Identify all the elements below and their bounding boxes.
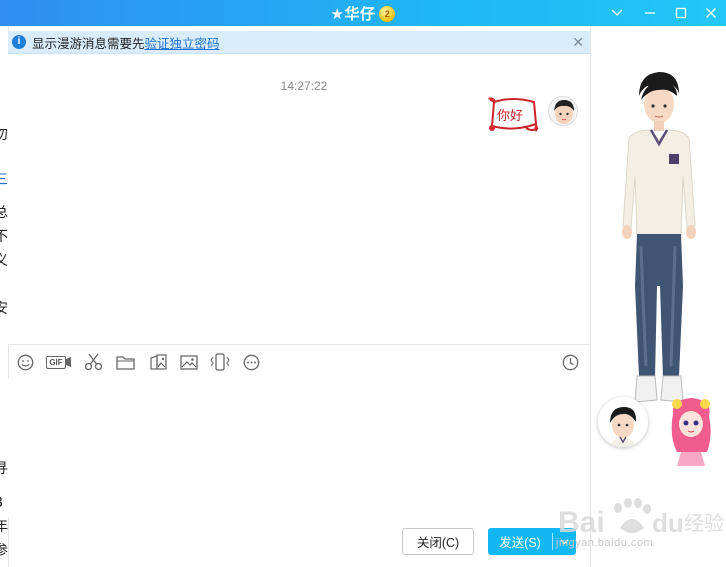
title-bar[interactable]: ★华仔 2 bbox=[0, 0, 726, 26]
history-clock-icon bbox=[562, 354, 578, 370]
rich-image-button[interactable] bbox=[147, 350, 169, 374]
shake-button[interactable] bbox=[209, 350, 231, 374]
svg-text:Bai: Bai bbox=[558, 506, 605, 539]
folder-icon bbox=[115, 355, 135, 370]
contact-show-panel bbox=[591, 26, 726, 567]
sender-avatar[interactable] bbox=[548, 96, 578, 126]
bg-char: 不 bbox=[0, 229, 8, 245]
hello-sticker[interactable]: 你好 bbox=[484, 94, 542, 136]
bg-char: 三 bbox=[0, 172, 8, 188]
screenshot-button[interactable] bbox=[82, 350, 104, 374]
notice-close-icon[interactable]: ✕ bbox=[572, 34, 584, 51]
svg-text:du: du bbox=[652, 508, 684, 538]
bg-char: 总 bbox=[0, 205, 8, 221]
chevron-down-icon bbox=[611, 9, 623, 16]
close-window-button[interactable] bbox=[696, 0, 726, 26]
bg-char: ， bbox=[0, 326, 8, 340]
bg-char: 年 bbox=[0, 519, 8, 535]
bg-char: 8 bbox=[0, 496, 8, 510]
input-divider bbox=[8, 344, 590, 345]
shake-icon bbox=[210, 353, 230, 371]
scissors-icon bbox=[84, 353, 102, 371]
sticker-text: 你好 bbox=[497, 109, 524, 124]
background-page-strip: 勿 三 总 不 义 ， 安 ， 寻 8 年 参 bbox=[0, 26, 8, 567]
gif-button[interactable]: GIF bbox=[46, 350, 72, 374]
character-figure bbox=[622, 72, 711, 466]
message-history-button[interactable] bbox=[558, 350, 582, 374]
avatar-icon bbox=[598, 397, 648, 447]
bg-char: 寻 bbox=[0, 461, 8, 477]
message-timestamp: 14:27:22 bbox=[280, 79, 328, 93]
verify-password-link[interactable]: 验证独立密码 bbox=[145, 33, 220, 52]
more-tools-button[interactable] bbox=[240, 350, 262, 374]
more-icon bbox=[243, 354, 259, 370]
input-toolbar: GIF bbox=[14, 350, 584, 374]
gif-play-icon bbox=[65, 357, 71, 367]
bg-char: 参 bbox=[0, 543, 8, 559]
contact-avatar[interactable] bbox=[598, 397, 648, 447]
vip-badge-icon: 2 bbox=[379, 5, 396, 22]
file-button[interactable] bbox=[114, 350, 136, 374]
bg-char: 勿 bbox=[0, 127, 8, 143]
message-input[interactable] bbox=[8, 378, 590, 518]
image-icon bbox=[180, 354, 198, 370]
gif-icon: GIF bbox=[46, 355, 66, 369]
watermark-url: jingyan.baidu.com bbox=[556, 537, 654, 549]
close-button[interactable]: 关闭(C) bbox=[402, 528, 474, 555]
emoji-icon bbox=[17, 354, 33, 370]
info-icon: i bbox=[12, 35, 26, 49]
image-button[interactable] bbox=[178, 350, 200, 374]
bg-char: 义 bbox=[0, 253, 8, 269]
minimize-icon bbox=[645, 12, 655, 14]
bg-char: 安 bbox=[0, 301, 8, 317]
avatar-icon bbox=[549, 97, 577, 125]
send-button-label: 发送(S) bbox=[499, 536, 541, 550]
chat-window: ★华仔 2 勿 三 总 不 义 ， 安 ， 寻 8 年 参 bbox=[0, 0, 726, 567]
roaming-notice-bar: i 显示漫游消息需要先 验证独立密码 ✕ bbox=[8, 31, 590, 54]
notice-text: 显示漫游消息需要先 bbox=[32, 36, 145, 51]
dropdown-button[interactable] bbox=[602, 0, 632, 26]
bg-char: ， bbox=[0, 278, 8, 292]
window-title: ★华仔 bbox=[330, 6, 376, 23]
maximize-icon bbox=[675, 7, 687, 19]
maximize-button[interactable] bbox=[666, 0, 696, 26]
image-text-icon bbox=[149, 354, 167, 370]
svg-text:经验: 经验 bbox=[684, 511, 724, 535]
baidu-watermark-logo: Bai du 经验 bbox=[558, 498, 724, 539]
close-icon bbox=[706, 8, 716, 18]
message-history[interactable]: 14:27:22 你好 bbox=[8, 54, 590, 344]
emoji-button[interactable] bbox=[14, 350, 36, 374]
minimize-button[interactable] bbox=[635, 0, 665, 26]
